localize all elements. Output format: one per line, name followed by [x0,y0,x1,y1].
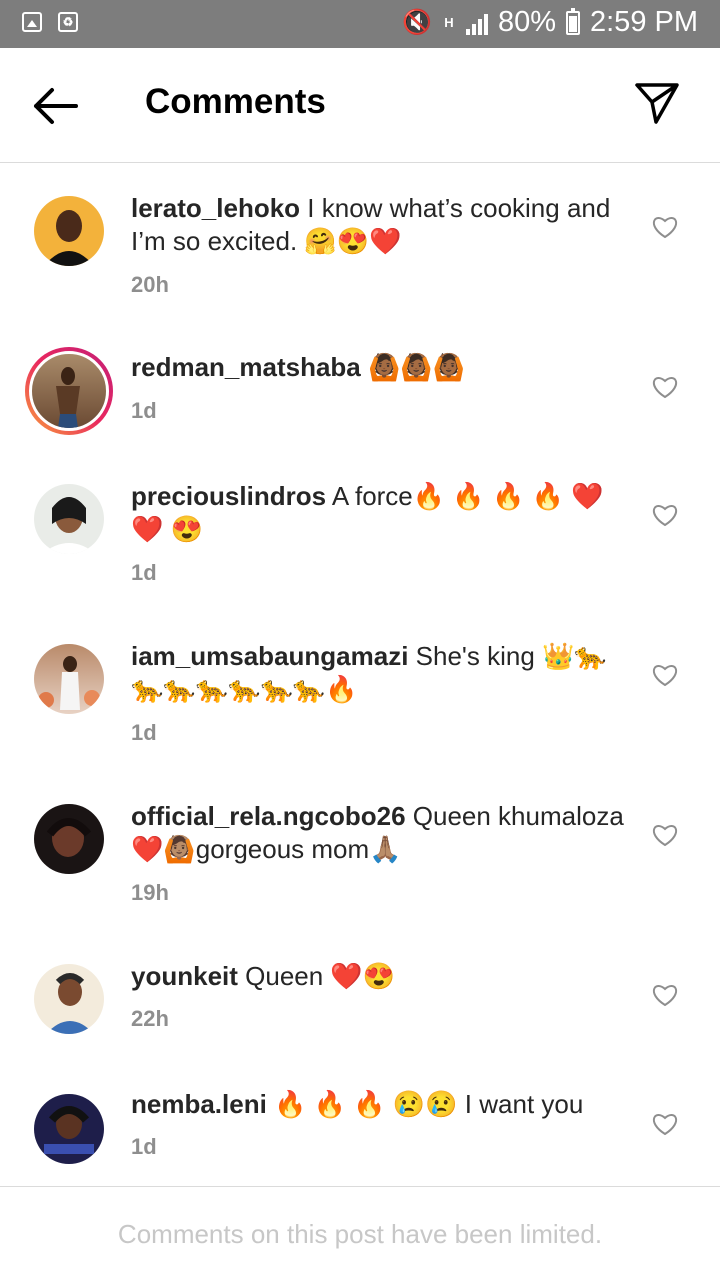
comment-item: lerato_lehoko I know what’s cooking and … [0,190,720,330]
network-type-indicator: H [444,14,454,30]
comment-timestamp: 1d [131,560,157,585]
comment-timestamp: 22h [131,1006,169,1031]
comment-timestamp: 20h [131,272,169,297]
comment-timestamp: 1d [131,720,157,745]
gallery-notification-icon [22,12,42,32]
comment-username[interactable]: redman_matshaba [131,352,361,382]
avatar[interactable] [34,964,104,1034]
comments-limited-notice: Comments on this post have been limited. [117,1219,603,1249]
like-heart-icon[interactable] [652,375,678,399]
like-heart-icon[interactable] [652,1112,678,1136]
comment-username[interactable]: younkeit [131,961,238,991]
comment-timestamp: 1d [131,398,157,423]
like-heart-icon[interactable] [652,823,678,847]
avatar[interactable] [34,484,104,554]
recycle-notification-icon: ♻ [58,12,78,32]
page-title: Comments [145,82,326,121]
avatar[interactable] [34,1094,104,1164]
like-heart-icon[interactable] [652,663,678,687]
avatar[interactable] [34,804,104,874]
comment-text: 🙆🏾🙆🏾🙆🏾 [360,352,466,382]
battery-icon [566,7,580,35]
comment-item: preciouslindros A force🔥 🔥 🔥 🔥 ❤️❤️ 😍 1d [0,478,720,618]
comment-item: official_rela.ngcobo26 Queen khumaloza❤️… [0,798,720,938]
comments-header: Comments [0,48,720,163]
comment-text: 🔥 🔥 🔥 😢😢 I want you [266,1089,584,1119]
battery-percentage: 80% [497,6,556,38]
direct-message-icon[interactable] [634,80,680,126]
comment-item: nemba.leni 🔥 🔥 🔥 😢😢 I want you 1d [0,1088,720,1178]
avatar[interactable] [34,196,104,266]
comment-username[interactable]: official_rela.ngcobo26 [131,801,406,831]
clock: 2:59 PM [590,6,698,38]
comment-item: iam_umsabaungamazi She's king 👑🐆🐆🐆🐆🐆🐆🐆🔥 … [0,638,720,778]
comment-username[interactable]: lerato_lehoko [131,193,300,223]
comment-text: Queen ❤️😍 [237,961,396,991]
avatar-with-story-ring[interactable] [25,347,113,435]
comment-item: redman_matshaba 🙆🏾🙆🏾🙆🏾 1d [0,345,720,465]
like-heart-icon[interactable] [652,983,678,1007]
signal-icon [465,11,488,35]
status-bar: ♻ 🔇 H 80% 2:59 PM [0,0,720,48]
comment-username[interactable]: nemba.leni [131,1089,267,1119]
comment-timestamp: 1d [131,1134,157,1159]
comment-username[interactable]: preciouslindros [131,481,326,511]
like-heart-icon[interactable] [652,503,678,527]
back-arrow-icon[interactable] [30,84,80,128]
comment-footer: Comments on this post have been limited. [0,1186,720,1281]
comment-timestamp: 19h [131,880,169,905]
like-heart-icon[interactable] [652,215,678,239]
mute-icon: 🔇 [402,9,432,36]
comment-username[interactable]: iam_umsabaungamazi [131,641,408,671]
comment-item: younkeit Queen ❤️😍 22h [0,958,720,1068]
avatar[interactable] [34,644,104,714]
